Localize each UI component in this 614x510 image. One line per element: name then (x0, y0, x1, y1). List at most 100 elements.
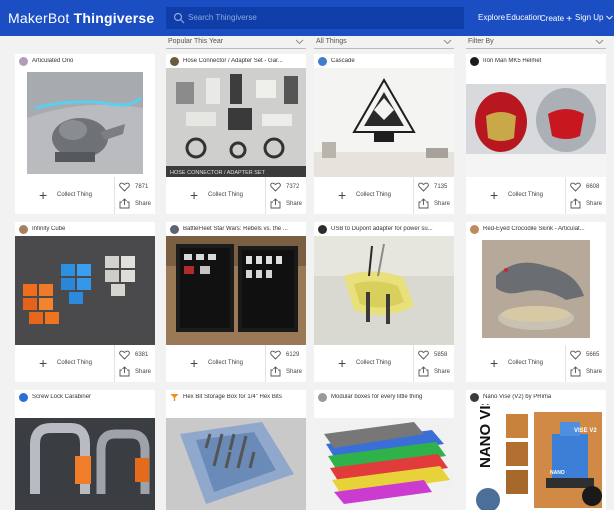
thing-image[interactable] (166, 404, 306, 510)
avatar[interactable] (170, 57, 179, 66)
nav-explore[interactable]: Explore (478, 13, 505, 22)
share-label[interactable]: Share (286, 369, 302, 375)
card-title[interactable]: Iron Man MK5 Helmet (483, 58, 603, 64)
card-title[interactable]: Modular boxes for every little thing (331, 394, 451, 400)
nav-signup[interactable]: Sign Up (575, 13, 613, 22)
avatar[interactable] (318, 225, 327, 234)
card-header: Nano Vise (V2) by PRima (466, 390, 606, 404)
collect-thing-button[interactable]: + Collect Thing (466, 345, 566, 382)
thing-image[interactable] (466, 236, 606, 345)
thing-image[interactable] (314, 236, 454, 345)
heart-icon[interactable] (119, 350, 130, 360)
thing-card[interactable]: Screw Lock Carabiner (15, 390, 155, 510)
logo-product: Thingiverse (73, 10, 155, 26)
avatar[interactable] (318, 393, 327, 402)
card-title[interactable]: Hose Connector / Adapter Set - Gar... (183, 58, 303, 64)
search-input[interactable]: Search Thingiverse (166, 7, 464, 29)
avatar[interactable] (470, 225, 479, 234)
heart-icon[interactable] (270, 182, 281, 192)
card-title[interactable]: USB to Dupont adapter for power su... (331, 226, 451, 232)
card-title[interactable]: Cascade (331, 58, 451, 64)
thing-image[interactable] (15, 68, 155, 177)
collect-label: Collect Thing (356, 360, 391, 366)
card-header: Red-Eyed Crocodile Skink - Articulat... (466, 222, 606, 236)
nav-education[interactable]: Education (506, 13, 542, 22)
thing-card[interactable]: Iron Man MK5 Helmet + Collect Thing 6608… (466, 54, 606, 214)
thing-image[interactable] (314, 404, 454, 510)
thing-card[interactable]: BattleFleet Star Wars: Rebels vs. the ..… (166, 222, 306, 382)
share-label[interactable]: Share (135, 201, 151, 207)
heart-icon[interactable] (570, 182, 581, 192)
thing-image[interactable] (15, 236, 155, 345)
avatar[interactable] (19, 393, 28, 402)
card-title[interactable]: Infinity Cube (32, 226, 152, 232)
share-icon[interactable] (418, 198, 429, 209)
card-title[interactable]: BattleFleet Star Wars: Rebels vs. the ..… (183, 226, 303, 232)
avatar[interactable] (170, 225, 179, 234)
avatar[interactable] (19, 225, 28, 234)
card-title[interactable]: Articulated Orio (32, 58, 152, 64)
collect-thing-button[interactable]: + Collect Thing (15, 345, 115, 382)
category-dropdown[interactable]: All Things (314, 36, 454, 49)
share-label[interactable]: Share (586, 201, 602, 207)
filter-by-dropdown[interactable]: Filter By (466, 36, 606, 49)
thing-image[interactable] (166, 236, 306, 345)
card-title[interactable]: Red-Eyed Crocodile Skink - Articulat... (483, 226, 603, 232)
like-count: 7372 (286, 184, 300, 190)
collect-thing-button[interactable]: + Collect Thing (166, 345, 266, 382)
funnel-icon[interactable] (170, 393, 179, 402)
share-label[interactable]: Share (286, 201, 302, 207)
thing-card[interactable]: Red-Eyed Crocodile Skink - Articulat... … (466, 222, 606, 382)
thing-card[interactable]: Nano Vise (V2) by PRima NANO VISE V2 VIS… (466, 390, 606, 510)
avatar[interactable] (318, 57, 327, 66)
thing-image[interactable]: HOSE CONNECTOR / ADAPTER SET (166, 68, 306, 177)
collect-thing-button[interactable]: + Collect Thing (466, 177, 566, 214)
chevron-down-icon (295, 39, 304, 45)
avatar[interactable] (470, 393, 479, 402)
plus-icon: + (490, 355, 499, 371)
thing-card[interactable]: Modular boxes for every little thing (314, 390, 454, 510)
share-label[interactable]: Share (434, 369, 450, 375)
thing-image[interactable] (15, 404, 155, 510)
sort-dropdown-value: Popular This Year (168, 38, 224, 45)
nav-signup-label: Sign Up (575, 13, 604, 22)
collect-thing-button[interactable]: + Collect Thing (314, 345, 414, 382)
share-icon[interactable] (570, 198, 581, 209)
share-icon[interactable] (270, 198, 281, 209)
nav-create[interactable]: Create + (540, 13, 572, 25)
thing-card[interactable]: Hose Connector / Adapter Set - Gar... HO… (166, 54, 306, 214)
share-label[interactable]: Share (586, 369, 602, 375)
heart-icon[interactable] (570, 350, 581, 360)
share-icon[interactable] (570, 366, 581, 377)
thing-card[interactable]: Articulated Orio + Collect Thing 7871 Sh… (15, 54, 155, 214)
thing-card[interactable]: Infinity Cube + Collect Thing 6381 Share (15, 222, 155, 382)
heart-icon[interactable] (418, 182, 429, 192)
sort-dropdown[interactable]: Popular This Year (166, 36, 306, 49)
card-title[interactable]: Nano Vise (V2) by PRima (483, 394, 603, 400)
like-count: 7871 (135, 184, 149, 190)
avatar[interactable] (19, 57, 28, 66)
share-icon[interactable] (270, 366, 281, 377)
thing-card[interactable]: USB to Dupont adapter for power su... + … (314, 222, 454, 382)
thingiverse-logo[interactable]: MakerBot Thingiverse (8, 10, 154, 26)
share-icon[interactable] (119, 366, 130, 377)
collect-label: Collect Thing (57, 360, 92, 366)
share-icon[interactable] (119, 198, 130, 209)
share-icon[interactable] (418, 366, 429, 377)
share-label[interactable]: Share (434, 201, 450, 207)
heart-icon[interactable] (119, 182, 130, 192)
heart-icon[interactable] (270, 350, 281, 360)
collect-thing-button[interactable]: + Collect Thing (314, 177, 414, 214)
card-title[interactable]: Screw Lock Carabiner (32, 394, 152, 400)
thing-card[interactable]: Hex Bit Storage Box for 1/4" Hex Bits (166, 390, 306, 510)
thing-card[interactable]: Cascade + Collect Thing 7135 Share (314, 54, 454, 214)
card-title[interactable]: Hex Bit Storage Box for 1/4" Hex Bits (183, 394, 303, 400)
share-label[interactable]: Share (135, 369, 151, 375)
thing-image[interactable]: NANO VISE V2 VISE V2 NANO (466, 404, 606, 510)
avatar[interactable] (470, 57, 479, 66)
heart-icon[interactable] (418, 350, 429, 360)
collect-thing-button[interactable]: + Collect Thing (166, 177, 266, 214)
thing-image[interactable] (314, 68, 454, 177)
collect-thing-button[interactable]: + Collect Thing (15, 177, 115, 214)
thing-image[interactable] (466, 68, 606, 177)
